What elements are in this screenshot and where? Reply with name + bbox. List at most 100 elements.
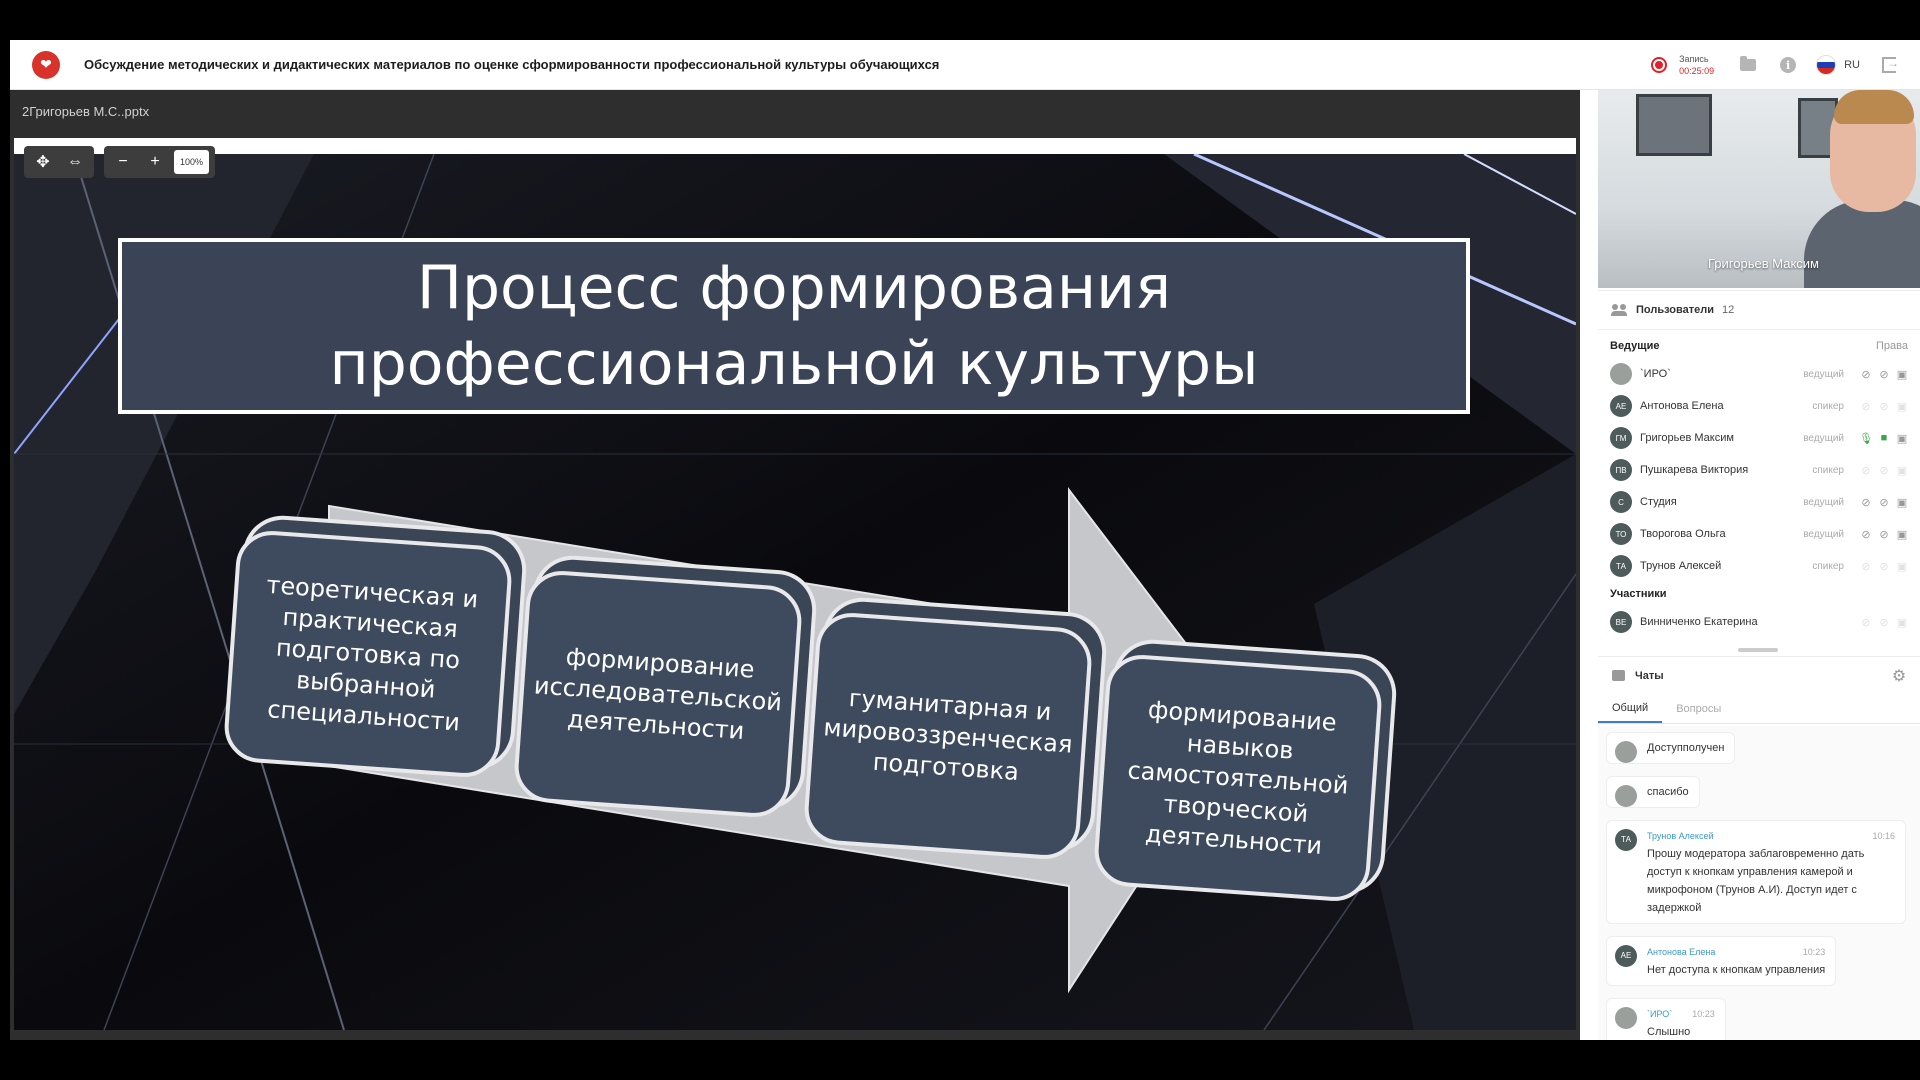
russia-flag-icon[interactable] xyxy=(1816,55,1837,75)
chat-message: АЕ Антонова Елена 10:23 Нет доступа к кн… xyxy=(1606,930,1912,992)
microphone-icon[interactable]: ⊘ xyxy=(1860,528,1872,541)
message-header: Трунов Алексей 10:16 xyxy=(1647,827,1895,845)
avatar xyxy=(1615,785,1637,807)
camera-icon[interactable]: ■ xyxy=(1878,432,1890,444)
user-row[interactable]: ВЕ Винниченко Екатерина ⊘ ⊘ ▣ xyxy=(1610,606,1908,638)
slide: Процесс формирования профессиональной ку… xyxy=(14,154,1576,1030)
presentation-file-name: 2Григорьев М.С..pptx xyxy=(22,104,150,119)
user-row[interactable]: АЕ Антонова Елена спикер ⊘ ⊘ ▣ xyxy=(1610,390,1908,422)
zoom-in-button[interactable]: + xyxy=(142,149,168,175)
chat-message: спасибо xyxy=(1606,770,1912,814)
tab-general[interactable]: Общий xyxy=(1598,694,1663,723)
microphone-icon[interactable]: ⊘ xyxy=(1860,464,1872,477)
message-header: `ИРО` 10:23 xyxy=(1647,1005,1715,1023)
camera-icon[interactable]: ⊘ xyxy=(1878,400,1890,413)
camera-icon[interactable]: ⊘ xyxy=(1878,616,1890,629)
folder-icon[interactable] xyxy=(1736,53,1760,77)
avatar xyxy=(1615,1007,1637,1029)
record-label: Запись xyxy=(1679,54,1709,64)
microphone-icon[interactable]: ⊘ xyxy=(1860,368,1872,381)
message-time: 10:16 xyxy=(1872,831,1895,841)
screen-share-icon[interactable]: ▣ xyxy=(1896,560,1908,573)
view-tools: ✥ ⇔ xyxy=(24,146,94,178)
avatar: АЕ xyxy=(1615,945,1637,967)
user-name: Трунов Алексей xyxy=(1640,560,1722,572)
presentation-area: 2Григорьев М.С..pptx ✥ ⇔ − + 100% Процес… xyxy=(10,90,1580,1040)
screen-share-icon[interactable]: ▣ xyxy=(1896,400,1908,413)
record-status: Запись 00:25:09 xyxy=(1679,53,1714,77)
info-icon[interactable]: i xyxy=(1776,53,1800,77)
process-step-3: гуманитарная и мировоззренческая подгото… xyxy=(802,610,1094,862)
app-window: ❤ Обсуждение методических и дидактически… xyxy=(10,40,1920,1040)
message-text: Слышно xyxy=(1647,1026,1691,1038)
microphone-icon[interactable]: ⊘ xyxy=(1860,400,1872,413)
chat-message: ТА Трунов Алексей 10:16 Прошу модератора… xyxy=(1606,814,1912,930)
exit-icon[interactable] xyxy=(1880,53,1904,77)
language-selector[interactable]: RU xyxy=(1844,59,1860,71)
user-row[interactable]: `ИРО` ведущий ⊘ ⊘ ▣ xyxy=(1610,358,1908,390)
camera-icon[interactable]: ⊘ xyxy=(1878,528,1890,541)
avatar: ВЕ xyxy=(1610,611,1632,633)
user-row[interactable]: ТА Трунов Алексей спикер ⊘ ⊘ ▣ xyxy=(1610,550,1908,582)
microphone-icon[interactable]: 🎙 xyxy=(1859,432,1873,445)
panel-resize-handle[interactable] xyxy=(1738,648,1778,652)
microphone-icon[interactable]: ⊘ xyxy=(1860,616,1872,629)
avatar: АЕ xyxy=(1610,395,1632,417)
user-role: ведущий xyxy=(1803,368,1844,380)
presentation-toolbar: ✥ ⇔ − + 100% xyxy=(24,146,216,178)
screen-share-icon[interactable]: ▣ xyxy=(1896,616,1908,629)
camera-icon[interactable]: ⊘ xyxy=(1878,560,1890,573)
chat-header[interactable]: Чаты ⚙ xyxy=(1598,656,1920,694)
tab-questions[interactable]: Вопросы xyxy=(1662,694,1735,723)
camera-icon[interactable]: ⊘ xyxy=(1878,464,1890,477)
screen-share-icon[interactable]: ▣ xyxy=(1896,464,1908,477)
chat-tabs: Общий Вопросы xyxy=(1598,694,1920,724)
rights-label: Права xyxy=(1876,340,1908,352)
hosts-label: Ведущие xyxy=(1610,340,1660,352)
camera-icon[interactable]: ⊘ xyxy=(1878,496,1890,509)
microphone-icon[interactable]: ⊘ xyxy=(1860,560,1872,573)
screen-share-icon[interactable]: ▣ xyxy=(1896,528,1908,541)
gear-icon[interactable]: ⚙ xyxy=(1890,667,1908,685)
screen-share-icon[interactable]: ▣ xyxy=(1896,496,1908,509)
user-name: Винниченко Екатерина xyxy=(1640,616,1758,628)
slide-title-line-2: профессиональной культуры xyxy=(329,329,1259,399)
process-step-2: формирование исследовательской деятельно… xyxy=(512,568,804,820)
slide-title-line-1: Процесс формирования xyxy=(416,253,1172,323)
chat-message: `ИРО` 10:23 Слышно xyxy=(1606,992,1912,1040)
user-name: Студия xyxy=(1640,496,1677,508)
process-step-1: теоретическая и практическая подготовка … xyxy=(222,528,514,780)
record-icon[interactable] xyxy=(1651,57,1668,73)
message-text: Прошу модератора заблаговременно дать до… xyxy=(1647,848,1865,914)
user-role: спикер xyxy=(1812,400,1844,412)
user-role: ведущий xyxy=(1803,496,1844,508)
user-row[interactable]: ГМ Григорьев Максим ведущий 🎙 ■ ▣ xyxy=(1610,422,1908,454)
move-icon[interactable]: ✥ xyxy=(30,149,56,175)
zoom-out-button[interactable]: − xyxy=(110,149,136,175)
user-name: Григорьев Максим xyxy=(1640,432,1734,444)
user-row[interactable]: ПВ Пушкарева Виктория спикер ⊘ ⊘ ▣ xyxy=(1610,454,1908,486)
user-role: спикер xyxy=(1812,560,1844,572)
screen-share-icon[interactable]: ▣ xyxy=(1896,432,1908,445)
zoom-tools: − + 100% xyxy=(104,146,216,178)
speaker-video[interactable]: Григорьев Максим xyxy=(1598,90,1920,288)
message-text: Нет доступа к кнопкам управления xyxy=(1647,964,1826,976)
users-header[interactable]: Пользователи 12 xyxy=(1598,290,1920,330)
slide-title: Процесс формирования профессиональной ку… xyxy=(118,238,1470,414)
microphone-icon[interactable]: ⊘ xyxy=(1860,496,1872,509)
speaker-silhouette xyxy=(1804,200,1920,288)
message-header: Антонова Елена 10:23 xyxy=(1647,943,1825,961)
avatar: С xyxy=(1610,491,1632,513)
process-step-4: формирование навыков самостоятельной тво… xyxy=(1092,652,1384,904)
fit-width-icon[interactable]: ⇔ xyxy=(62,149,88,175)
screen-share-icon[interactable]: ▣ xyxy=(1896,368,1908,381)
message-author: Трунов Алексей xyxy=(1647,831,1714,841)
user-row[interactable]: ТО Творогова Ольга ведущий ⊘ ⊘ ▣ xyxy=(1610,518,1908,550)
user-row[interactable]: С Студия ведущий ⊘ ⊘ ▣ xyxy=(1610,486,1908,518)
camera-icon[interactable]: ⊘ xyxy=(1878,368,1890,381)
slide-container: ✥ ⇔ − + 100% Процесс формирования профес… xyxy=(14,138,1576,1030)
user-role: спикер xyxy=(1812,464,1844,476)
meeting-title: Обсуждение методических и дидактических … xyxy=(84,57,940,72)
avatar xyxy=(1615,741,1637,763)
zoom-level[interactable]: 100% xyxy=(174,150,210,174)
